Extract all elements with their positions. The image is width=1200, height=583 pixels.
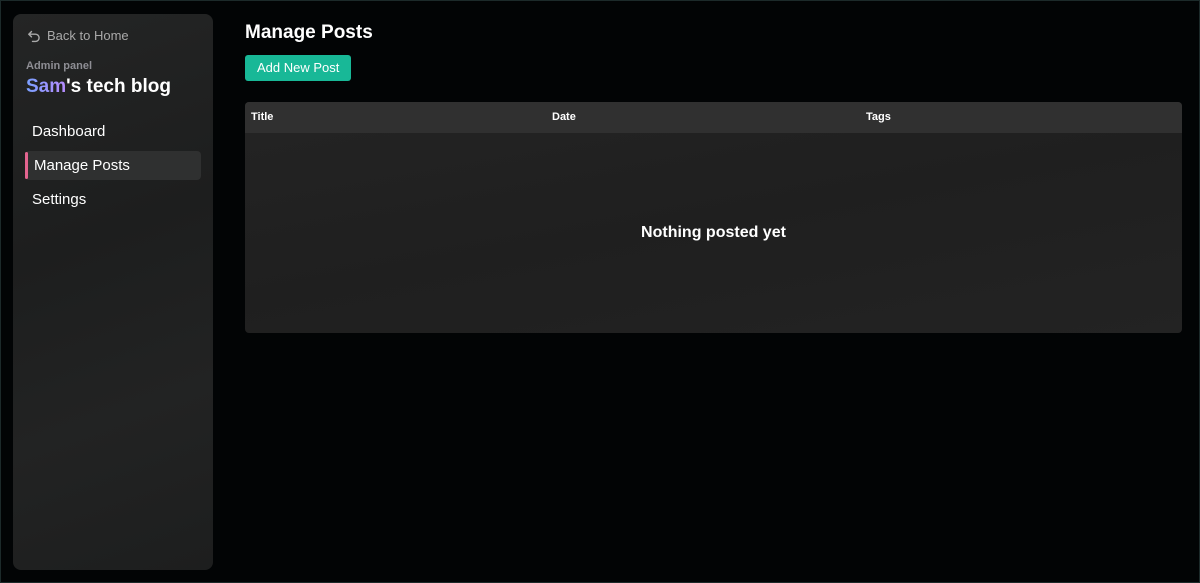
- sidebar: Back to Home Admin panel Sam's tech blog…: [13, 14, 213, 570]
- sidebar-item-dashboard[interactable]: Dashboard: [25, 117, 201, 146]
- column-header-date[interactable]: Date: [552, 102, 576, 133]
- back-to-home-label: Back to Home: [47, 28, 129, 43]
- admin-panel-label: Admin panel: [26, 60, 93, 72]
- sidebar-item-manage-posts[interactable]: Manage Posts: [25, 151, 201, 180]
- sidebar-nav: Dashboard Manage Posts Settings: [25, 117, 201, 219]
- sidebar-item-settings[interactable]: Settings: [25, 185, 201, 214]
- blog-title-rest: 's tech blog: [66, 76, 171, 97]
- blog-title-accent: Sam: [26, 76, 67, 97]
- add-new-post-button[interactable]: Add New Post: [245, 55, 352, 81]
- column-header-tags[interactable]: Tags: [866, 102, 891, 133]
- posts-table: Title Date Tags Nothing posted yet: [245, 102, 1182, 333]
- empty-state-message: Nothing posted yet: [641, 224, 786, 241]
- back-arrow-icon: [27, 29, 41, 43]
- table-header: Title Date Tags: [245, 102, 1182, 133]
- app-window: Back to Home Admin panel Sam's tech blog…: [0, 0, 1200, 583]
- blog-title: Sam's tech blog: [26, 76, 171, 98]
- column-header-title[interactable]: Title: [251, 102, 273, 133]
- page-title: Manage Posts: [245, 22, 373, 43]
- back-to-home-link[interactable]: Back to Home: [27, 28, 129, 43]
